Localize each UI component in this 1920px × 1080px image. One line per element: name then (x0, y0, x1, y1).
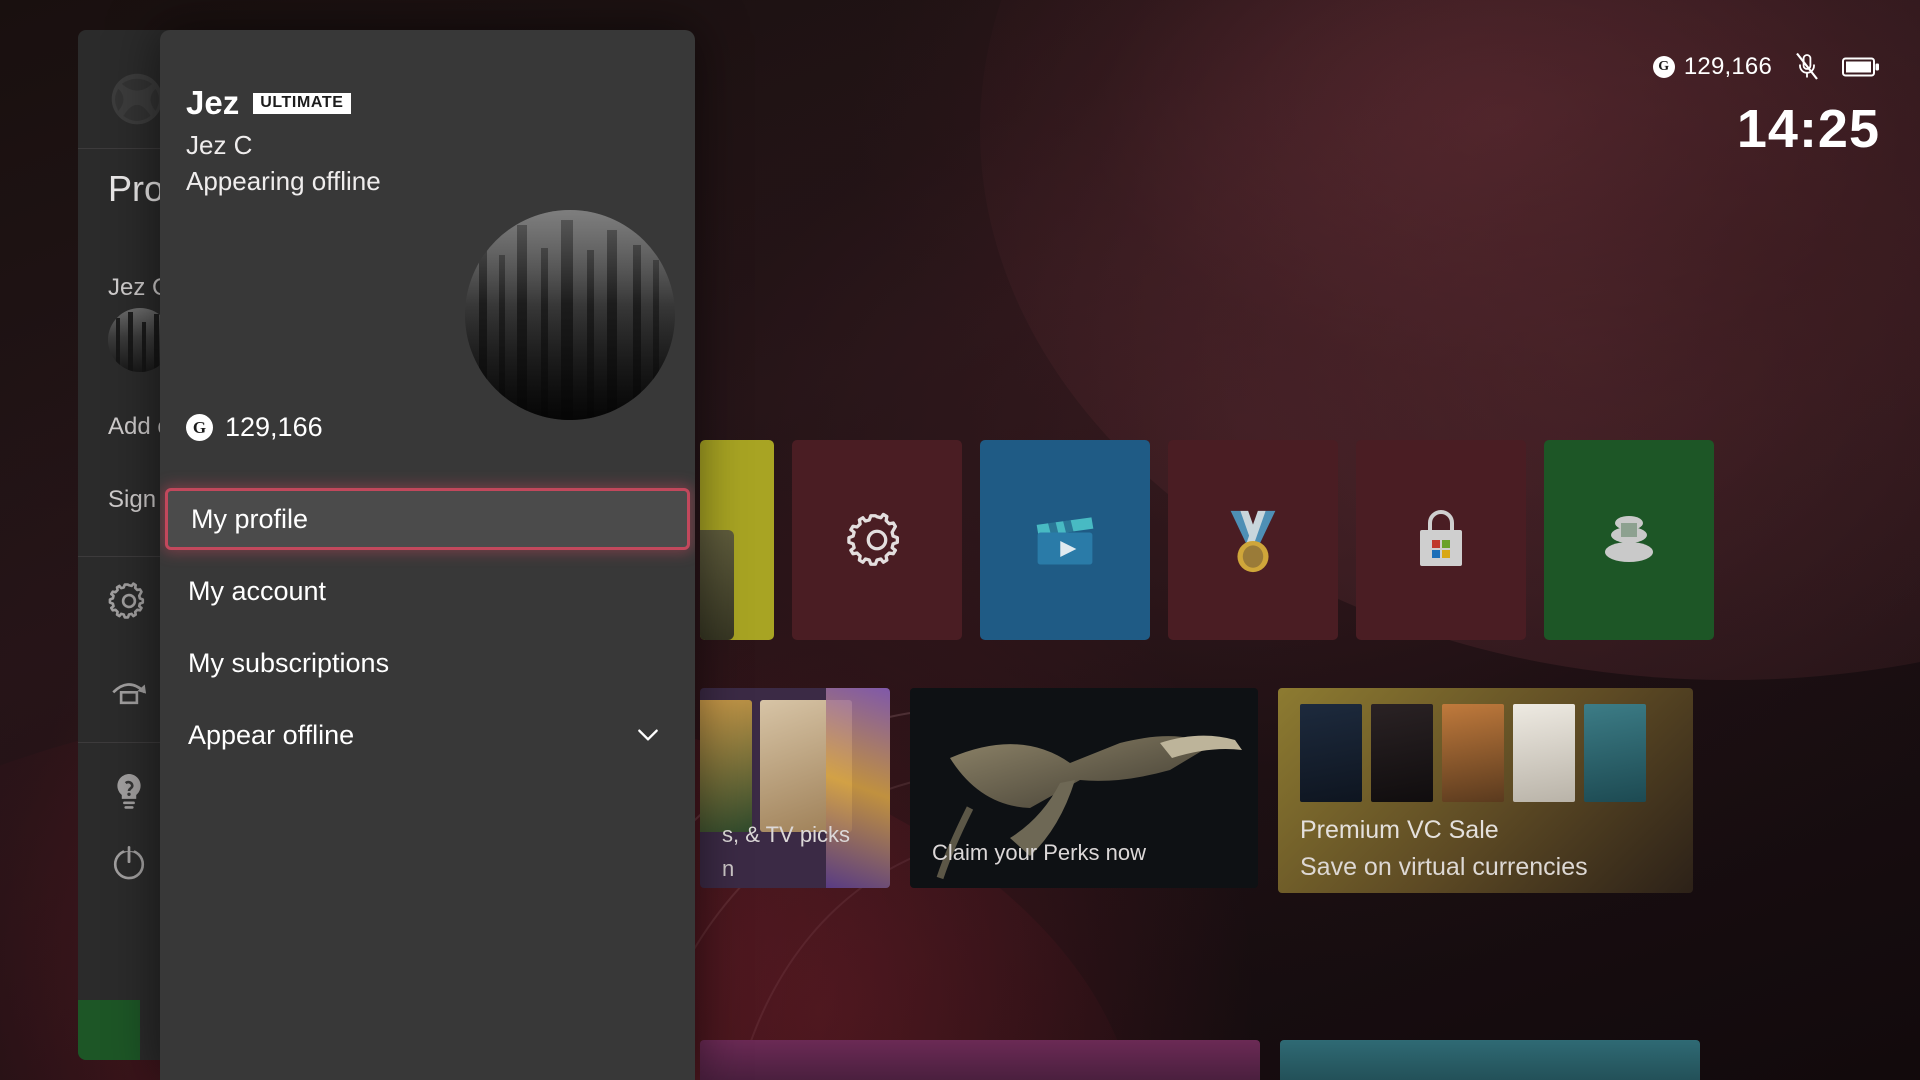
card-movies-tv-picks[interactable]: s, & TV picks n (700, 688, 890, 888)
tile-achievements[interactable] (1168, 440, 1338, 640)
membership-badge: ULTIMATE (253, 92, 351, 114)
game-art-icon (700, 530, 734, 640)
tile-game-pass[interactable] (1544, 440, 1714, 640)
menu-item-appear-offline[interactable]: Appear offline (160, 704, 695, 766)
restart-console-icon[interactable] (108, 670, 150, 712)
status-gamerscore: G 129,166 (1652, 53, 1772, 81)
profile-gamertag: Jez (186, 84, 240, 121)
profile-gamerscore: G 129,166 (186, 412, 323, 443)
card-title: Premium VC Sale (1300, 816, 1499, 844)
profile-gamerscore-value: 129,166 (225, 412, 323, 442)
tile-media-player[interactable] (980, 440, 1150, 640)
media-clapboard-icon (1036, 517, 1094, 565)
card-title: s, & TV picks (722, 822, 850, 847)
profile-identity-row: Jez ULTIMATE (186, 84, 351, 122)
app-tiles-row (700, 440, 1714, 640)
settings-gear-icon[interactable] (108, 580, 150, 622)
xbox-dashboard: G 129,166 14:25 s, & TV picks n Claim yo… (0, 0, 1920, 1080)
profile-menu: My profile My account My subscriptions A… (160, 488, 695, 766)
microphone-muted-icon[interactable] (1794, 52, 1820, 82)
peek-card-left[interactable] (700, 1040, 1260, 1080)
microsoft-store-icon (1420, 510, 1462, 566)
card-claim-perks[interactable]: Claim your Perks now (910, 688, 1258, 888)
profile-presence-status: Appearing offline (186, 166, 381, 196)
menu-item-label: My account (188, 575, 327, 606)
gamerscore-g-icon: G (186, 414, 213, 441)
menu-item-my-account[interactable]: My account (160, 560, 695, 622)
tile-game-artwork[interactable] (700, 440, 774, 640)
tile-settings[interactable] (792, 440, 962, 640)
menu-item-my-profile[interactable]: My profile (165, 488, 690, 550)
menu-item-label: My profile (191, 503, 309, 534)
menu-item-my-subscriptions[interactable]: My subscriptions (160, 632, 695, 694)
status-gamerscore-value: 129,166 (1683, 53, 1772, 80)
game-pass-icon (1605, 516, 1653, 562)
xbox-logo-icon[interactable] (110, 72, 164, 126)
settings-gear-icon (847, 512, 899, 566)
tips-lightbulb-icon[interactable] (108, 770, 150, 812)
card-subtitle: Save on virtual currencies (1300, 853, 1588, 881)
card-premium-vc-sale[interactable]: Premium VC Sale Save on virtual currenci… (1278, 688, 1693, 893)
status-clock: 14:25 (1736, 99, 1880, 159)
content-cards-row: s, & TV picks n Claim your Perks now Pre… (700, 688, 1693, 893)
menu-item-label: Appear offline (188, 719, 355, 750)
card-title: Claim your Perks now (932, 840, 1146, 865)
profile-avatar-image (465, 210, 675, 420)
tile-microsoft-store[interactable] (1356, 440, 1526, 640)
status-bar: G 129,166 (1652, 52, 1880, 82)
battery-icon (1842, 57, 1879, 77)
card-subtitle: n (722, 856, 735, 881)
medal-icon (1230, 510, 1276, 573)
power-icon[interactable] (108, 842, 150, 884)
peek-card-right[interactable] (1280, 1040, 1700, 1080)
profile-real-name: Jez C (186, 130, 253, 160)
profile-flyout-panel: Jez ULTIMATE Jez C Appearing offline G 1… (160, 30, 695, 1080)
chevron-down-icon (638, 729, 658, 741)
bottom-peek-row (700, 1040, 1700, 1080)
gamerscore-g-icon: G (1652, 56, 1675, 78)
menu-item-label: My subscriptions (188, 647, 390, 678)
guide-bottom-accent (78, 1000, 140, 1060)
